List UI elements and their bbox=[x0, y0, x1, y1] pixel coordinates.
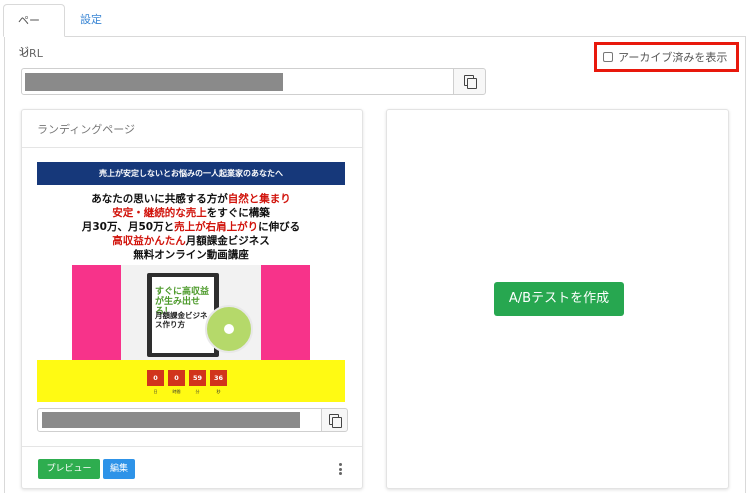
landing-page-thumbnail[interactable]: 売上が安定しないとお悩みの一人起業家のあなたへ あなたの思いに共感する方が自然と… bbox=[37, 162, 345, 402]
landing-page-card-title: ランディングページ bbox=[37, 123, 136, 136]
card-divider bbox=[22, 147, 362, 148]
timer-label: 分 bbox=[195, 389, 200, 394]
timer-days: 0 bbox=[147, 370, 164, 386]
copy-icon bbox=[328, 413, 342, 428]
preview-button[interactable]: プレビュー bbox=[38, 459, 100, 479]
show-archived-toggle[interactable]: アーカイブ済みを表示 bbox=[594, 42, 739, 72]
timer-label: 時間 bbox=[172, 389, 181, 394]
tab-page[interactable]: ページ bbox=[3, 4, 65, 58]
timer-minutes: 59 bbox=[189, 370, 206, 386]
dvd-disc-icon bbox=[205, 305, 253, 353]
countdown-labels: 日 時間 分 秒 bbox=[147, 389, 227, 395]
timer-label: 秒 bbox=[216, 389, 221, 394]
show-archived-label: アーカイブ済みを表示 bbox=[618, 51, 728, 64]
more-options-icon[interactable] bbox=[336, 461, 344, 477]
lp-headline-3: 月30万、月50万と売上が右肩上がりに伸びる bbox=[81, 221, 301, 233]
lp-pink-panel-left bbox=[72, 265, 121, 362]
tab-settings[interactable]: 設定 bbox=[66, 4, 116, 37]
copy-landing-url-button[interactable] bbox=[321, 408, 348, 432]
lp-product-image: すぐに高収益が生み出せる！ 月額課金ビジネス作り方 bbox=[121, 265, 261, 362]
show-archived-checkbox[interactable] bbox=[603, 52, 613, 62]
lp-headline-5: 無料オンライン動画講座 bbox=[133, 249, 249, 261]
timer-seconds: 36 bbox=[210, 370, 227, 386]
lp-headline-2: 安定・継続的な売上をすぐに構築 bbox=[112, 207, 270, 219]
landing-page-card: ランディングページ 売上が安定しないとお悩みの一人起業家のあなたへ あなたの思い… bbox=[21, 109, 363, 489]
lp-headline-1: あなたの思いに共感する方が自然と集まり bbox=[91, 193, 291, 205]
timer-hours: 0 bbox=[168, 370, 185, 386]
redacted-url bbox=[42, 412, 300, 428]
card-footer-divider bbox=[22, 446, 362, 447]
edit-button[interactable]: 編集 bbox=[103, 459, 135, 479]
copy-url-button[interactable] bbox=[453, 68, 486, 95]
page-url-field[interactable] bbox=[21, 68, 454, 95]
lp-pink-panel-right bbox=[261, 265, 310, 362]
product-title: 月額課金ビジネス作り方 bbox=[155, 311, 208, 329]
countdown-timer: 0 0 59 36 bbox=[147, 370, 227, 386]
ab-test-card: A/Bテストを作成 bbox=[386, 109, 729, 489]
lp-banner: 売上が安定しないとお悩みの一人起業家のあなたへ bbox=[37, 162, 345, 185]
create-ab-test-button[interactable]: A/Bテストを作成 bbox=[494, 282, 624, 316]
copy-icon bbox=[463, 75, 477, 89]
lp-headline-4: 高収益かんたん月額課金ビジネス bbox=[112, 235, 270, 247]
redacted-url bbox=[25, 73, 283, 91]
tab-bar: ページ 設定 bbox=[0, 0, 755, 58]
landing-page-url-field[interactable] bbox=[37, 408, 322, 432]
timer-label: 日 bbox=[153, 389, 158, 394]
